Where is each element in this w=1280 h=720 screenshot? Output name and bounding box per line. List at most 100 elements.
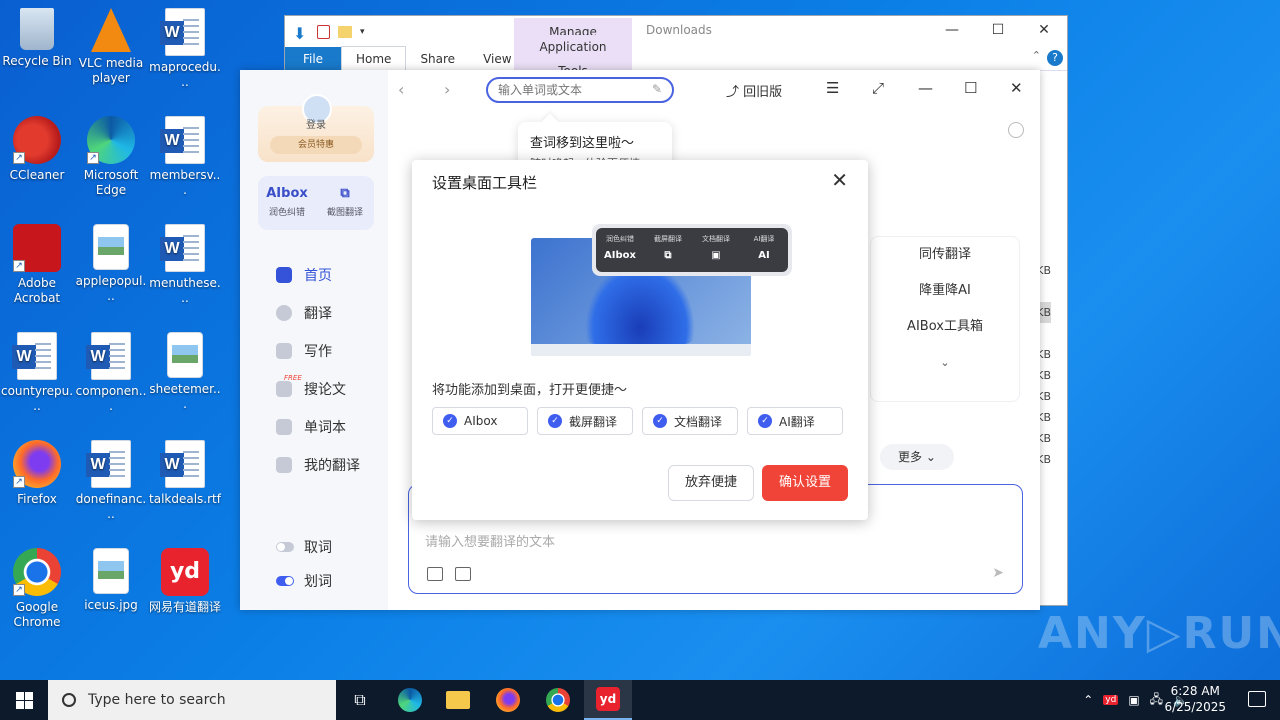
show-hidden-icons-icon[interactable]: ⌃: [1083, 693, 1093, 707]
eraser-icon[interactable]: ✎: [652, 82, 662, 96]
desktop-icon-youdao[interactable]: yd 网易有道翻译: [148, 548, 222, 615]
toggle-word-capture[interactable]: 取词: [276, 530, 332, 564]
feature-reduce-ai[interactable]: 降重降AI: [871, 273, 1019, 309]
search-input[interactable]: [498, 79, 638, 101]
sidebar-item-writing[interactable]: 写作: [276, 332, 360, 370]
start-button[interactable]: [0, 680, 48, 720]
sidebar-item-wordbook[interactable]: 单词本: [276, 408, 360, 446]
tool-screenshot-translate[interactable]: ⧉ 截图翻译: [316, 176, 374, 230]
check-icon[interactable]: ✓: [548, 414, 562, 428]
check-icon[interactable]: ✓: [758, 414, 772, 428]
send-icon[interactable]: ➤: [992, 565, 1004, 581]
tool-label: 润色纠错: [268, 208, 305, 218]
confirm-button[interactable]: 确认设置: [762, 465, 848, 501]
youdao-tray-icon[interactable]: yd: [1103, 695, 1119, 705]
desktop-icon-donefinanc[interactable]: donefinanc...: [74, 440, 148, 522]
desktop-icon-maprocedu[interactable]: maprocedu...: [148, 8, 222, 90]
task-view-button[interactable]: ⧉: [336, 680, 384, 720]
download-arrow-icon[interactable]: ⬇: [293, 24, 309, 43]
history-clock-icon[interactable]: [1008, 122, 1024, 138]
option-document-translate[interactable]: ✓ 文档翻译: [642, 407, 738, 435]
sidebar-item-search-papers[interactable]: FREE 搜论文: [276, 370, 360, 408]
option-screenshot-translate[interactable]: ✓ 截屏翻译: [537, 407, 633, 435]
back-to-old-version-button[interactable]: ⤴ 回旧版: [726, 81, 782, 100]
desktop-icon-vlc[interactable]: VLC media player: [74, 8, 148, 86]
desktop-icon-google-chrome[interactable]: ↗ Google Chrome: [0, 548, 74, 630]
tool-polish-correct[interactable]: AIbox 润色纠错: [258, 176, 316, 230]
cancel-button[interactable]: 放弃便捷: [668, 465, 754, 501]
desktop-icon-componen[interactable]: componen...: [74, 332, 148, 414]
toolbar-preview-inner: 润色纠错 AIbox 截屏翻译 ⧉ 文档翻译 ▣ AI翻译 AI: [596, 228, 788, 272]
customize-dropdown-icon[interactable]: ▾: [360, 27, 365, 37]
forward-arrow-icon[interactable]: ›: [444, 80, 450, 99]
minimize-button[interactable]: —: [929, 16, 975, 44]
option-aibox[interactable]: ✓ AIbox: [432, 407, 528, 435]
feature-aibox-tools[interactable]: AIBox工具箱: [871, 309, 1019, 345]
toggle-switch-on[interactable]: [276, 576, 294, 586]
taskbar-search[interactable]: Type here to search: [48, 680, 336, 720]
option-ai-translate[interactable]: ✓ AI翻译: [747, 407, 843, 435]
back-arrow-icon[interactable]: ‹: [398, 80, 404, 99]
maximize-button[interactable]: ☐: [975, 16, 1021, 44]
desktop-icon-ccleaner[interactable]: ↗ CCleaner: [0, 116, 74, 183]
desktop-icon-iceus[interactable]: iceus.jpg: [74, 548, 148, 613]
vip-offer-button[interactable]: 会员特惠: [270, 136, 362, 154]
upload-file-icon[interactable]: [427, 567, 443, 581]
close-button[interactable]: ✕: [1010, 79, 1023, 97]
minimize-button[interactable]: —: [918, 79, 933, 97]
taskbar-clock[interactable]: 6:28 AM 6/25/2025: [1164, 683, 1226, 715]
home-icon: [276, 267, 292, 283]
desktop-icon-menuthese[interactable]: menuthese...: [148, 224, 222, 306]
ai-icon: AI: [758, 250, 770, 261]
taskbar-youdao[interactable]: yd: [584, 680, 632, 720]
taskbar-chrome[interactable]: [534, 680, 582, 720]
upload-image-icon[interactable]: [455, 567, 471, 581]
notification-center-icon[interactable]: [1248, 691, 1266, 707]
menu-icon[interactable]: ☰: [826, 79, 839, 97]
login-label[interactable]: 登录: [258, 116, 374, 131]
close-button[interactable]: ✕: [1021, 16, 1067, 44]
sidebar-item-translate[interactable]: 翻译: [276, 294, 360, 332]
image-file-icon: [167, 332, 203, 378]
explorer-titlebar: ⬇ ▾ Manage Downloads — ☐ ✕: [285, 16, 1067, 47]
desktop-icon-recycle-bin[interactable]: Recycle Bin: [0, 8, 74, 69]
desktop-icon-microsoft-edge[interactable]: ↗ Microsoft Edge: [74, 116, 148, 198]
dialog-close-icon[interactable]: ✕: [831, 170, 848, 190]
tab-file[interactable]: File: [285, 46, 341, 71]
check-icon[interactable]: ✓: [653, 414, 667, 428]
taskbar-search-placeholder: Type here to search: [88, 692, 226, 708]
quick-access-toolbar: ⬇ ▾: [285, 24, 365, 43]
maximize-button[interactable]: ☐: [964, 79, 977, 97]
desktop-icon-sheetemer[interactable]: sheetemer...: [148, 332, 222, 412]
search-box[interactable]: ✎: [486, 77, 674, 103]
sidebar-item-my-translations[interactable]: 我的翻译: [276, 446, 360, 484]
tab-home[interactable]: Home: [341, 46, 407, 71]
more-button[interactable]: 更多 ⌄: [880, 444, 954, 470]
desktop-icon-applepopul[interactable]: applepopul...: [74, 224, 148, 304]
tab-share[interactable]: Share: [406, 47, 469, 71]
chevron-down-icon[interactable]: ⌄: [871, 345, 1019, 381]
help-icon[interactable]: ?: [1047, 50, 1063, 66]
shortcut-arrow-icon: ↗: [13, 152, 25, 164]
desktop-icon-adobe-acrobat[interactable]: ↗ Adobe Acrobat: [0, 224, 74, 306]
desktop-icon-membersv[interactable]: membersv...: [148, 116, 222, 198]
check-icon[interactable]: ✓: [443, 414, 457, 428]
toggle-selection-translate[interactable]: 划词: [276, 564, 332, 598]
desktop-icon-countyrepu[interactable]: countyrepu...: [0, 332, 74, 414]
properties-icon[interactable]: [317, 24, 330, 39]
network-icon[interactable]: 🖧: [1150, 690, 1163, 711]
taskbar-edge[interactable]: [386, 680, 434, 720]
mini-mode-icon[interactable]: ⤢: [872, 79, 884, 97]
sidebar-item-home[interactable]: 首页: [276, 256, 360, 294]
feature-interpretation[interactable]: 同传翻译: [871, 237, 1019, 273]
taskbar-firefox[interactable]: [484, 680, 532, 720]
device-icon[interactable]: ▣: [1128, 693, 1139, 707]
login-card[interactable]: 登录 会员特惠: [258, 94, 374, 162]
collapse-ribbon-icon[interactable]: ⌃: [1032, 49, 1041, 62]
desktop-icon-talkdeals[interactable]: talkdeals.rtf: [148, 440, 222, 507]
desktop-icon-firefox[interactable]: ↗ Firefox: [0, 440, 74, 507]
new-folder-icon[interactable]: [338, 25, 352, 38]
firefox-icon: [496, 688, 520, 712]
taskbar-file-explorer[interactable]: [434, 680, 482, 720]
toggle-switch-off[interactable]: [276, 542, 294, 552]
